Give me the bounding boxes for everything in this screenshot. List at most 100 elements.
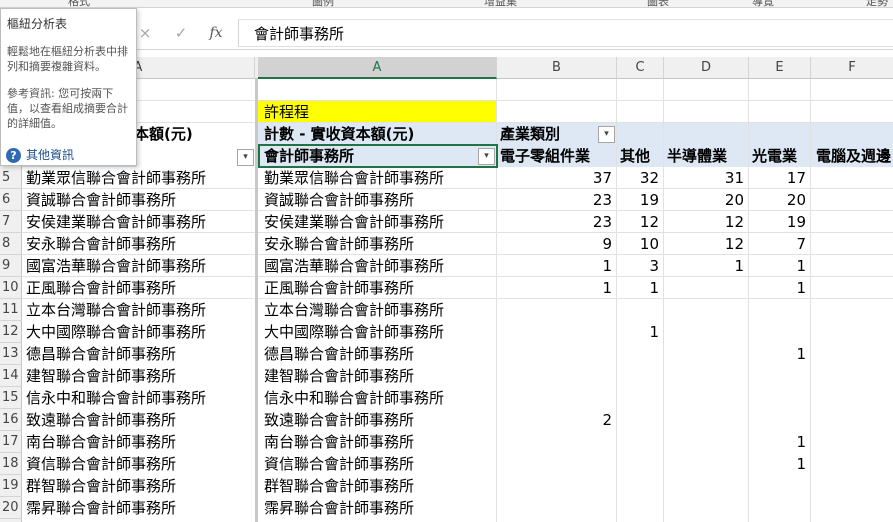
pivot-value-cell[interactable] <box>616 365 663 387</box>
left-row-label[interactable]: 資信聯合會計師事務所 <box>26 453 254 475</box>
row-header[interactable]: 8 <box>0 233 22 255</box>
left-row-label[interactable]: 安永聯合會計師事務所 <box>26 233 254 255</box>
pivot-value-cell[interactable] <box>663 431 748 453</box>
pivot-value-cell[interactable]: 37 <box>496 167 616 189</box>
left-row-label[interactable]: 正風聯合會計師事務所 <box>26 277 254 299</box>
left-row-label[interactable]: 霈昇聯合會計師事務所 <box>26 497 254 519</box>
pivot-value-cell[interactable]: 7 <box>748 233 810 255</box>
pivot-value-cell[interactable] <box>663 277 748 299</box>
pivot-column-field[interactable]: 產業類別 <box>500 123 595 145</box>
pivot-value-cell[interactable] <box>663 299 748 321</box>
row-header[interactable]: 7 <box>0 211 22 233</box>
filter-dropdown-icon[interactable]: ▾ <box>237 149 254 166</box>
pivot-value-cell[interactable]: 1 <box>496 277 616 299</box>
pivot-row-label[interactable]: 大中國際聯合會計師事務所 <box>264 321 494 343</box>
row-header[interactable]: 9 <box>0 255 22 277</box>
left-row-label[interactable]: 國富浩華聯合會計師事務所 <box>26 255 254 277</box>
pivot-value-cell[interactable] <box>616 387 663 409</box>
pivot-row-label[interactable]: 南台聯合會計師事務所 <box>264 431 494 453</box>
cancel-icon[interactable]: × <box>135 24 155 42</box>
pivot-value-cell[interactable]: 1 <box>496 255 616 277</box>
row-header[interactable]: 12 <box>0 321 22 343</box>
pivot-value-cell[interactable] <box>616 431 663 453</box>
pivot-value-cell[interactable]: 12 <box>616 211 663 233</box>
left-row-label[interactable]: 資誠聯合會計師事務所 <box>26 189 254 211</box>
column-field-dropdown-icon[interactable]: ▾ <box>598 126 615 143</box>
pivot-value-cell[interactable]: 1 <box>616 321 663 343</box>
column-header-a[interactable]: A <box>258 57 497 79</box>
pivot-value-cell[interactable] <box>663 387 748 409</box>
pivot-value-cell[interactable]: 12 <box>663 211 748 233</box>
pivot-row-label[interactable]: 資誠聯合會計師事務所 <box>264 189 494 211</box>
row-header[interactable]: 16 <box>0 409 22 431</box>
pivot-value-cell[interactable]: 1 <box>748 255 810 277</box>
pivot-value-cell[interactable] <box>496 497 616 519</box>
row-header[interactable]: 10 <box>0 277 22 299</box>
left-row-label[interactable]: 大中國際聯合會計師事務所 <box>26 321 254 343</box>
pivot-value-cell[interactable] <box>748 475 810 497</box>
pivot-row-label[interactable]: 勤業眾信聯合會計師事務所 <box>264 167 494 189</box>
pivot-value-cell[interactable] <box>496 321 616 343</box>
pivot-row-label[interactable]: 信永中和聯合會計師事務所 <box>264 387 494 409</box>
pivot-row-label[interactable]: 正風聯合會計師事務所 <box>264 277 494 299</box>
row-header[interactable]: 13 <box>0 343 22 365</box>
row-header[interactable]: 11 <box>0 299 22 321</box>
pivot-value-cell[interactable] <box>496 453 616 475</box>
pivot-value-cell[interactable] <box>748 387 810 409</box>
pivot-value-cell[interactable]: 1 <box>748 277 810 299</box>
more-info-link[interactable]: ? 其他資訊 <box>6 146 74 163</box>
left-row-label[interactable]: 致遠聯合會計師事務所 <box>26 409 254 431</box>
category-header[interactable]: 光電業 <box>752 145 810 167</box>
pivot-filter-value[interactable]: 許程程 <box>264 101 494 123</box>
left-row-label[interactable]: 南台聯合會計師事務所 <box>26 431 254 453</box>
pivot-value-cell[interactable]: 1 <box>748 453 810 475</box>
pivot-value-cell[interactable]: 20 <box>748 189 810 211</box>
pivot-value-cell[interactable]: 31 <box>663 167 748 189</box>
insert-function-icon[interactable]: fx <box>206 24 226 42</box>
pivot-value-cell[interactable] <box>496 343 616 365</box>
column-header-f[interactable]: F <box>811 57 893 79</box>
pivot-value-cell[interactable] <box>748 409 810 431</box>
pivot-value-cell[interactable]: 1 <box>748 431 810 453</box>
pivot-value-cell[interactable]: 32 <box>616 167 663 189</box>
pivot-value-cell[interactable] <box>748 365 810 387</box>
pivot-row-label[interactable]: 安永聯合會計師事務所 <box>264 233 494 255</box>
pivot-value-cell[interactable] <box>663 475 748 497</box>
pivot-value-cell[interactable] <box>616 409 663 431</box>
column-header-c[interactable]: C <box>617 57 664 79</box>
category-header[interactable]: 電子零組件業 <box>500 145 616 167</box>
pivot-value-cell[interactable]: 19 <box>616 189 663 211</box>
pivot-value-cell[interactable] <box>748 299 810 321</box>
row-header[interactable]: 14 <box>0 365 22 387</box>
left-row-label[interactable]: 勤業眾信聯合會計師事務所 <box>26 167 254 189</box>
left-row-label[interactable]: 立本台灣聯合會計師事務所 <box>26 299 254 321</box>
left-row-label[interactable]: 建智聯合會計師事務所 <box>26 365 254 387</box>
pivot-value-cell[interactable] <box>496 365 616 387</box>
pivot-value-cell[interactable] <box>496 387 616 409</box>
pivot-row-label[interactable]: 群智聯合會計師事務所 <box>264 475 494 497</box>
row-header[interactable]: 15 <box>0 387 22 409</box>
pivot-value-cell[interactable]: 23 <box>496 189 616 211</box>
row-header[interactable]: 19 <box>0 475 22 497</box>
column-header-e[interactable]: E <box>749 57 811 79</box>
pivot-value-cell[interactable] <box>616 299 663 321</box>
pivot-value-cell[interactable]: 1 <box>663 255 748 277</box>
category-header[interactable]: 電腦及週邊 <box>816 145 893 167</box>
pivot-value-cell[interactable]: 3 <box>616 255 663 277</box>
pivot-value-cell[interactable]: 19 <box>748 211 810 233</box>
pivot-row-label[interactable]: 霈昇聯合會計師事務所 <box>264 497 494 519</box>
pivot-value-cell[interactable] <box>616 343 663 365</box>
row-header[interactable]: 17 <box>0 431 22 453</box>
pivot-row-label[interactable]: 致遠聯合會計師事務所 <box>264 409 494 431</box>
pivot-value-cell[interactable] <box>748 497 810 519</box>
pivot-row-label[interactable]: 安侯建業聯合會計師事務所 <box>264 211 494 233</box>
pivot-value-cell[interactable]: 2 <box>496 409 616 431</box>
enter-icon[interactable]: ✓ <box>171 24 191 42</box>
category-header[interactable]: 半導體業 <box>667 145 748 167</box>
left-row-label[interactable]: 安侯建業聯合會計師事務所 <box>26 211 254 233</box>
pivot-value-cell[interactable]: 20 <box>663 189 748 211</box>
worksheet-grid[interactable]: 本額(元) ▾ 勤業眾信聯合會計師事務所 資誠聯合會計師事務所 安侯建業聯合會計… <box>22 79 893 522</box>
row-header[interactable]: 5 <box>0 167 22 189</box>
formula-input[interactable]: 會計師事務所 <box>238 19 893 47</box>
pivot-value-cell[interactable] <box>496 431 616 453</box>
